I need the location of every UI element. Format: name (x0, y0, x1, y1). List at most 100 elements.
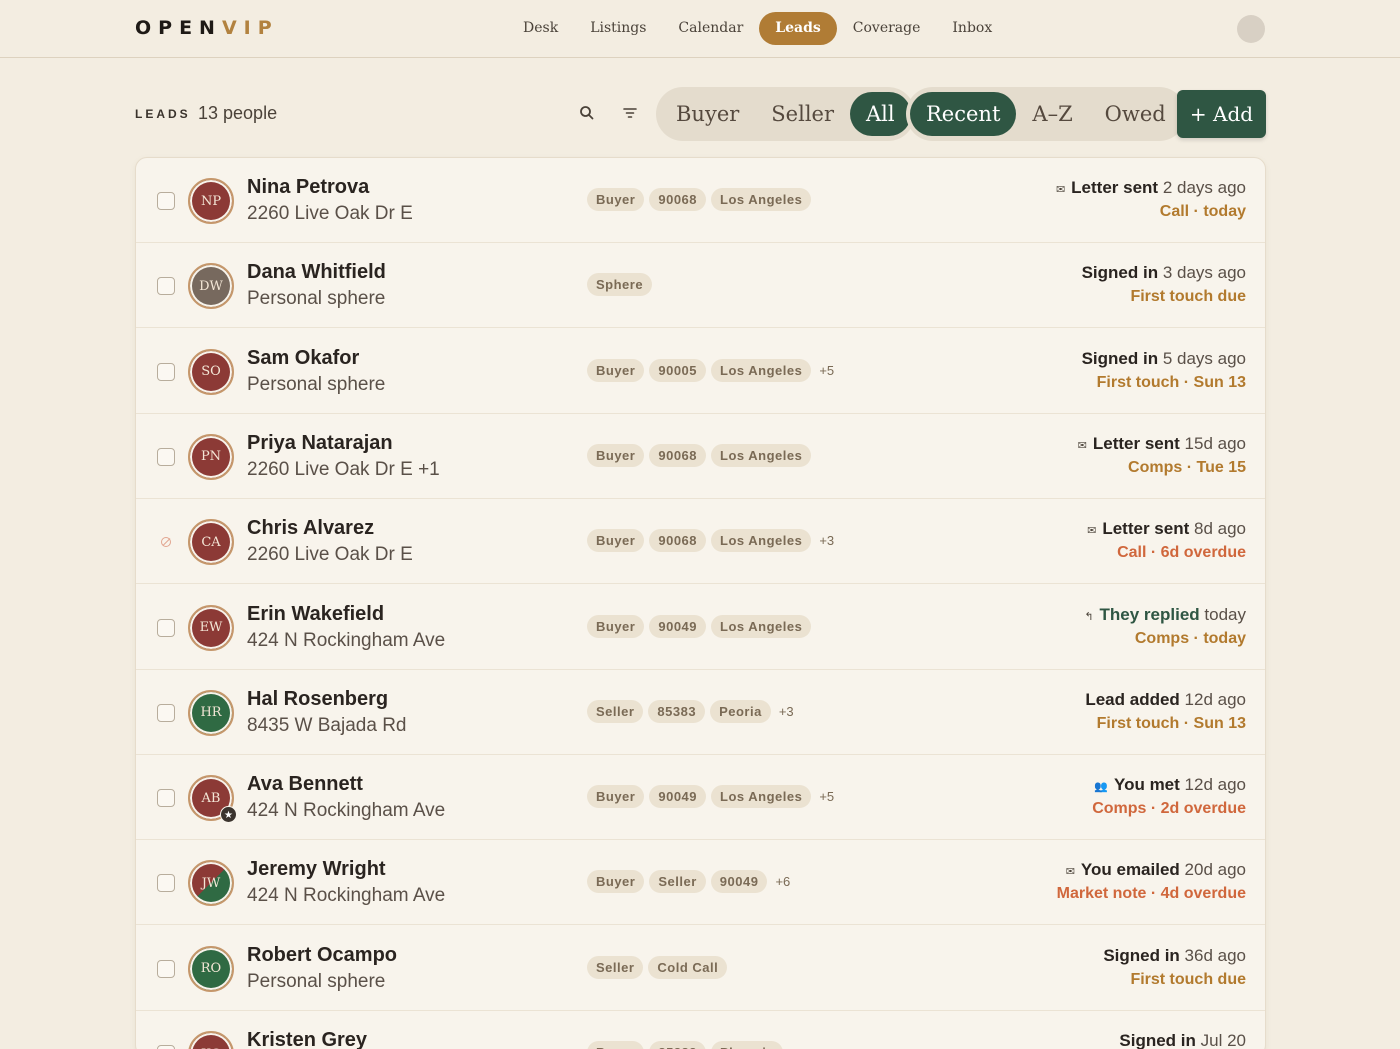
nav-item-desk[interactable]: Desk (507, 12, 574, 45)
tag-chip: Buyer (587, 529, 645, 553)
avatar-initials: PN (200, 449, 222, 465)
lead-name[interactable]: Kristen Grey (247, 1029, 367, 1049)
filter-tab-buyer[interactable]: Buyer (660, 92, 755, 136)
search-icon[interactable] (578, 104, 596, 122)
row-checkbox[interactable] (157, 362, 175, 381)
lead-row[interactable]: HR Hal Rosenberg 8435 W Bajada Rd Seller 853… (136, 670, 1265, 755)
lead-row[interactable]: NP Nina Petrova 2260 Live Oak Dr E Buyer 900… (136, 158, 1265, 243)
row-checkbox[interactable] (157, 703, 175, 722)
filter-tab-seller[interactable]: Seller (755, 92, 850, 136)
last-activity: Lead added 12d ago (1085, 690, 1246, 710)
brand-logo[interactable]: OPENVIP (135, 17, 279, 39)
lead-name[interactable]: Nina Petrova (247, 176, 369, 199)
next-task[interactable]: Call · today (1160, 203, 1246, 221)
last-activity: ✉ Letter sent 8d ago (1087, 519, 1246, 539)
last-activity: 👥 You met 12d ago (1094, 775, 1246, 795)
lead-subtitle: Personal sphere (247, 970, 386, 992)
mail-icon: ✉ (1087, 525, 1097, 538)
tag-chip: Los Angeles (711, 529, 812, 553)
mail-icon: ✉ (1055, 184, 1066, 196)
nav-item-inbox[interactable]: Inbox (936, 12, 1008, 45)
user-avatar[interactable] (1237, 15, 1265, 43)
activity-event: Signed in (1103, 945, 1180, 965)
next-task[interactable]: Comps · today (1135, 630, 1246, 648)
sort-tab-recent[interactable]: Recent (910, 92, 1017, 136)
lead-row[interactable]: KG Kristen Grey Buyer 85383 Phoenix Signed in… (136, 1011, 1265, 1049)
lead-row[interactable]: CA Chris Alvarez 2260 Live Oak Dr E Buyer 90… (136, 499, 1265, 585)
lead-name[interactable]: Dana Whitfield (247, 261, 386, 284)
do-not-contact-icon[interactable] (161, 537, 171, 548)
lead-tags: Buyer 85383 Phoenix (587, 1041, 784, 1049)
avatar-initials: NP (200, 193, 222, 209)
activity-event: They replied (1099, 604, 1200, 624)
next-task[interactable]: First touch due (1130, 288, 1246, 306)
tag-chip: Los Angeles (711, 614, 812, 638)
row-checkbox[interactable] (157, 277, 175, 296)
lead-subtitle: 424 N Rockingham Ave (247, 800, 446, 822)
row-checkbox[interactable] (157, 618, 175, 637)
avatar-initials: DW (199, 278, 223, 294)
lead-name[interactable]: Sam Okafor (247, 347, 359, 370)
activity-time: 15d ago (1184, 433, 1246, 453)
lead-row[interactable]: JW Jeremy Wright 424 N Rockingham Ave Buyer… (136, 840, 1265, 926)
nav-item-listings[interactable]: Listings (574, 12, 662, 45)
row-checkbox[interactable] (157, 192, 175, 210)
row-checkbox[interactable] (157, 959, 175, 978)
activity-time: 2 days ago (1162, 178, 1246, 197)
row-checkbox[interactable] (157, 874, 175, 893)
tag-chip: 85383 (649, 1041, 707, 1049)
lead-name[interactable]: Jeremy Wright (247, 858, 386, 881)
filter-icon[interactable] (621, 104, 639, 122)
lead-name[interactable]: Chris Alvarez (247, 517, 374, 540)
lead-subtitle: Personal sphere (247, 373, 386, 395)
lead-row[interactable]: DW Dana Whitfield Personal sphere Sphere Sig… (136, 243, 1265, 329)
lead-subtitle: 2260 Live Oak Dr E +1 (247, 458, 440, 480)
filter-tab-all[interactable]: All (850, 92, 911, 136)
lead-name[interactable]: Priya Natarajan (247, 432, 393, 455)
nav-item-calendar[interactable]: Calendar (662, 12, 759, 45)
lead-count: 13 people (198, 103, 278, 123)
activity-event: Letter sent (1092, 433, 1180, 453)
brand-logo-vip: VIP (221, 17, 279, 39)
next-task[interactable]: Market note · 4d overdue (1057, 885, 1246, 903)
next-task[interactable]: First touch · Sun 13 (1097, 374, 1246, 392)
lead-tags: Buyer 90049 Los Angeles +5 (587, 785, 834, 809)
lead-name[interactable]: Robert Ocampo (247, 944, 397, 967)
sort-tab-owed[interactable]: Owed (1089, 92, 1182, 136)
lead-tags: Buyer 90005 Los Angeles +5 (587, 358, 834, 382)
next-task[interactable]: Comps · 2d overdue (1092, 800, 1246, 818)
row-checkbox[interactable] (157, 789, 175, 808)
activity-event: Letter sent (1102, 519, 1190, 539)
next-task[interactable]: First touch due (1130, 971, 1246, 989)
avatar-initials: JW (201, 875, 221, 891)
next-task[interactable]: Comps · Tue 15 (1128, 459, 1246, 477)
lead-row[interactable]: RO Robert Ocampo Personal sphere Seller Cold… (136, 926, 1265, 1011)
lead-avatar: SO (188, 348, 234, 395)
lead-subtitle: Personal sphere (247, 288, 386, 310)
activity-event: You met (1114, 775, 1180, 795)
row-checkbox[interactable] (157, 447, 175, 466)
lead-row[interactable]: SO Sam Okafor Personal sphere Buyer 90005 Los… (136, 329, 1265, 414)
lead-row[interactable]: EW Erin Wakefield 424 N Rockingham Ave Buye… (136, 585, 1265, 670)
lead-name[interactable]: Erin Wakefield (247, 603, 384, 626)
tag-chip: Buyer (587, 358, 645, 382)
sort-toggle: Recent A–Z Owed (906, 87, 1186, 141)
row-checkbox[interactable] (157, 1045, 175, 1049)
next-task[interactable]: Call · 6d overdue (1117, 544, 1246, 562)
next-task[interactable]: First touch · Sun 13 (1097, 715, 1246, 733)
sort-tab-az[interactable]: A–Z (1016, 92, 1088, 136)
more-tags-count: +3 (819, 533, 835, 549)
lead-row[interactable]: AB ★ Ava Bennett 424 N Rockingham Ave Buyer 9… (136, 755, 1265, 841)
reply-icon: ↰ (1084, 610, 1094, 623)
add-lead-button[interactable]: + Add (1177, 90, 1266, 138)
nav-item-coverage[interactable]: Coverage (837, 12, 937, 45)
activity-time: 20d ago (1184, 860, 1246, 880)
activity-event: Signed in (1081, 263, 1159, 283)
tag-chip: Buyer (587, 614, 645, 638)
lead-name[interactable]: Ava Bennett (247, 773, 363, 796)
lead-tags: Buyer 90068 Los Angeles +3 (587, 529, 835, 553)
lead-row[interactable]: PN Priya Natarajan 2260 Live Oak Dr E +1 Bu… (136, 414, 1265, 499)
lead-name[interactable]: Hal Rosenberg (247, 688, 388, 711)
brand-logo-open: OPEN (135, 17, 222, 39)
nav-item-leads[interactable]: Leads (759, 12, 837, 45)
